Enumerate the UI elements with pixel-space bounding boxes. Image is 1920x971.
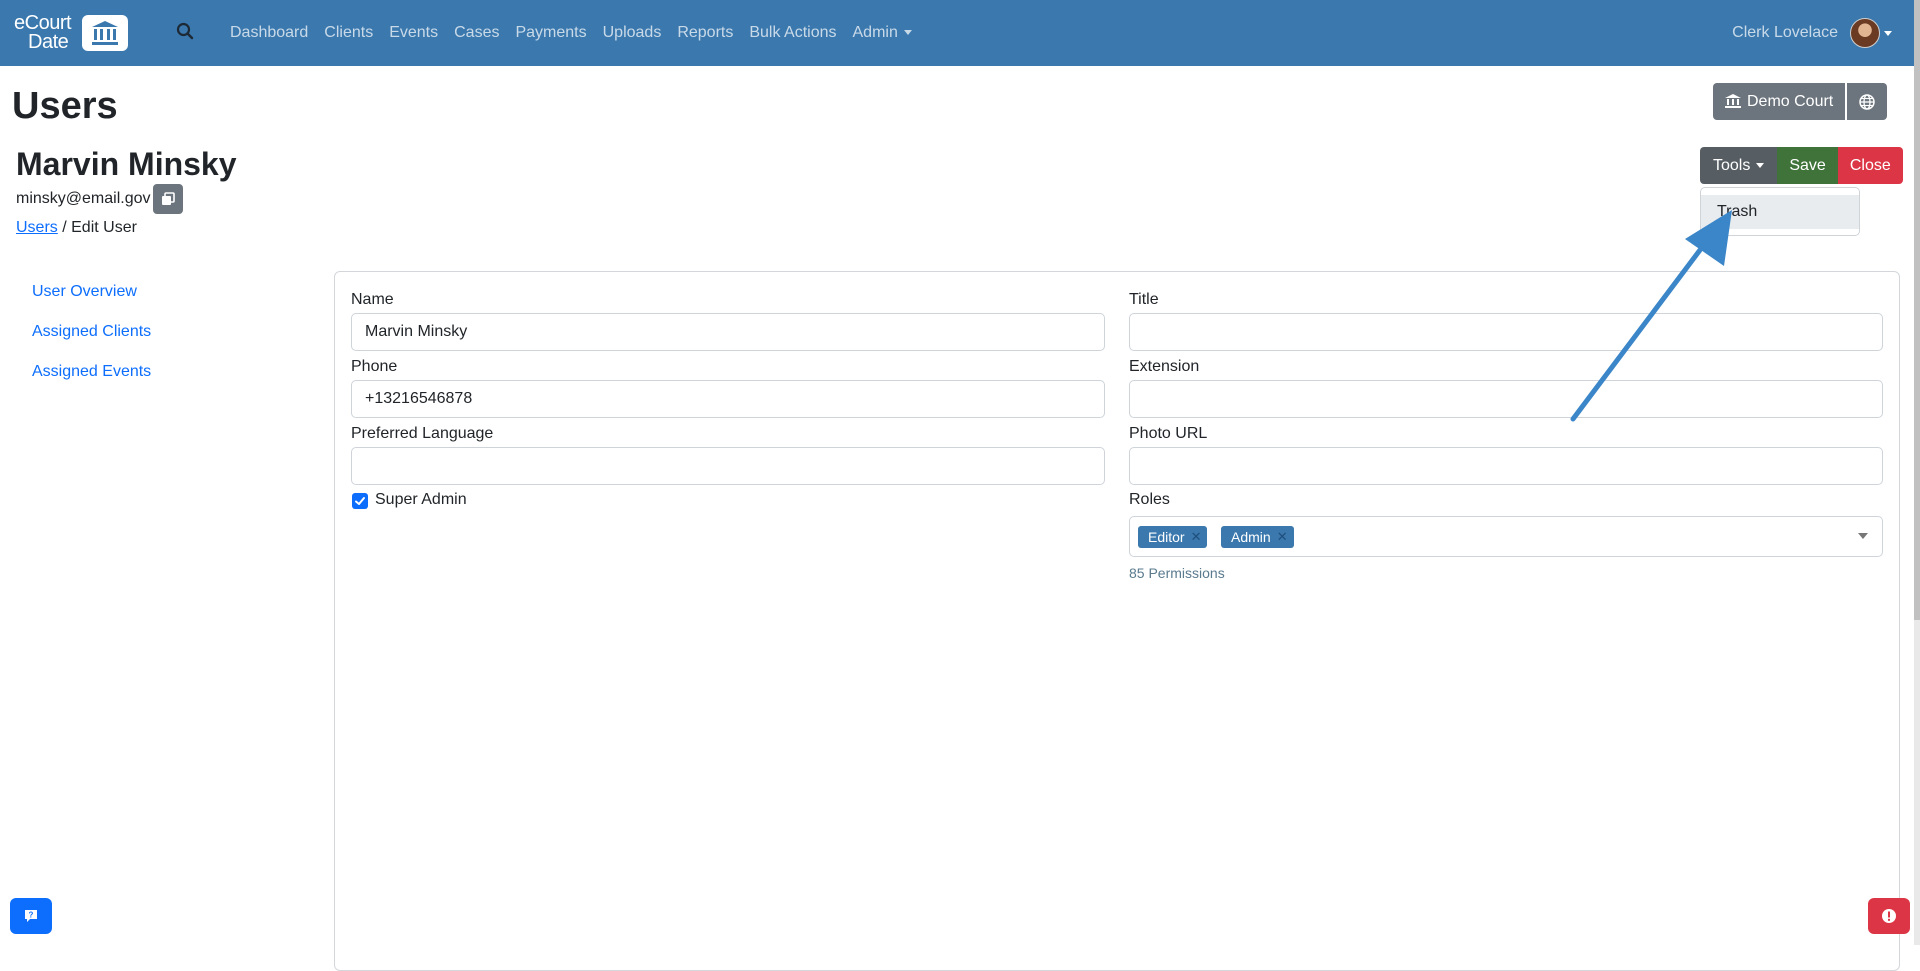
name-input[interactable]: Marvin Minsky bbox=[351, 313, 1105, 351]
tools-label: Tools bbox=[1713, 156, 1751, 174]
nav-uploads[interactable]: Uploads bbox=[595, 24, 670, 42]
check-icon bbox=[355, 497, 365, 505]
user-menu[interactable]: Clerk Lovelace bbox=[1732, 17, 1892, 49]
photo-url-label: Photo URL bbox=[1129, 425, 1208, 442]
chevron-down-icon[interactable] bbox=[1858, 533, 1868, 539]
globe-icon bbox=[1859, 93, 1875, 110]
bank-icon bbox=[82, 15, 128, 51]
language-button[interactable] bbox=[1847, 83, 1888, 120]
title-label: Title bbox=[1129, 291, 1159, 308]
chevron-down-icon bbox=[1884, 30, 1892, 36]
avatar bbox=[1850, 18, 1880, 48]
remove-tag-icon[interactable]: ✕ bbox=[1277, 529, 1288, 545]
photo-url-input[interactable] bbox=[1129, 447, 1883, 485]
search-icon[interactable] bbox=[176, 22, 196, 42]
user-side-nav: User Overview Assigned Clients Assigned … bbox=[32, 280, 151, 400]
breadcrumb: Users / Edit User bbox=[16, 219, 137, 237]
phone-label: Phone bbox=[351, 358, 398, 375]
name-label: Name bbox=[351, 291, 394, 308]
copy-icon bbox=[162, 192, 175, 205]
breadcrumb-users-link[interactable]: Users bbox=[16, 219, 58, 236]
role-tag-editor: Editor ✕ bbox=[1138, 526, 1208, 548]
breadcrumb-separator: / bbox=[57, 219, 72, 236]
scrollbar-thumb[interactable] bbox=[1914, 0, 1920, 620]
copy-email-button[interactable] bbox=[153, 184, 183, 214]
help-chat-icon: ? bbox=[25, 910, 37, 922]
nav-cases[interactable]: Cases bbox=[446, 24, 507, 42]
nav-bulk-actions[interactable]: Bulk Actions bbox=[741, 24, 844, 42]
page-title: Users bbox=[12, 85, 118, 127]
brand-logo[interactable]: eCourt Date bbox=[14, 13, 129, 53]
role-tag-label: Admin bbox=[1231, 529, 1271, 545]
brand-text: eCourt Date bbox=[14, 13, 84, 53]
tools-dropdown-button[interactable]: Tools bbox=[1700, 147, 1778, 184]
permissions-count: 85 Permissions bbox=[1129, 565, 1225, 581]
vertical-scrollbar[interactable] bbox=[1914, 0, 1920, 945]
nav-clients[interactable]: Clients bbox=[316, 24, 381, 42]
nav-reports[interactable]: Reports bbox=[669, 24, 741, 42]
super-admin-checkbox[interactable] bbox=[352, 493, 368, 509]
toolbar: Tools Save Close bbox=[1700, 147, 1903, 184]
role-tag-admin: Admin ✕ bbox=[1221, 526, 1294, 548]
help-chat-button[interactable]: ? bbox=[10, 898, 52, 934]
court-button-group: Demo Court bbox=[1713, 83, 1888, 120]
close-button[interactable]: Close bbox=[1837, 147, 1903, 184]
nav-dashboard[interactable]: Dashboard bbox=[222, 24, 316, 42]
bank-icon bbox=[1725, 94, 1741, 108]
side-nav-assigned-events[interactable]: Assigned Events bbox=[32, 360, 151, 400]
save-button[interactable]: Save bbox=[1777, 147, 1838, 184]
breadcrumb-current: Edit User bbox=[71, 219, 137, 236]
alert-icon bbox=[1882, 909, 1896, 923]
side-nav-assigned-clients[interactable]: Assigned Clients bbox=[32, 320, 151, 360]
tools-dropdown-menu: Trash bbox=[1700, 187, 1860, 236]
user-menu-name: Clerk Lovelace bbox=[1732, 24, 1838, 41]
remove-tag-icon[interactable]: ✕ bbox=[1191, 529, 1202, 545]
role-tag-label: Editor bbox=[1148, 529, 1185, 545]
user-form-card bbox=[334, 271, 1900, 971]
menu-item-trash[interactable]: Trash bbox=[1701, 195, 1859, 229]
nav-payments[interactable]: Payments bbox=[507, 24, 594, 42]
extension-input[interactable] bbox=[1129, 380, 1883, 418]
chevron-down-icon bbox=[903, 30, 912, 36]
roles-label: Roles bbox=[1129, 491, 1170, 508]
super-admin-label: Super Admin bbox=[375, 491, 467, 508]
top-navbar: eCourt Date Dashboard Clients Events Cas… bbox=[0, 0, 1920, 66]
alert-button[interactable] bbox=[1868, 898, 1910, 934]
user-name-heading: Marvin Minsky bbox=[16, 146, 237, 182]
side-nav-user-overview[interactable]: User Overview bbox=[32, 280, 151, 320]
phone-input[interactable]: +13216546878 bbox=[351, 380, 1105, 418]
court-label: Demo Court bbox=[1747, 92, 1834, 110]
brand-line-2: Date bbox=[28, 31, 69, 53]
svg-text:?: ? bbox=[29, 911, 34, 920]
court-button[interactable]: Demo Court bbox=[1713, 83, 1846, 120]
nav-admin-label: Admin bbox=[852, 24, 898, 41]
preferred-language-input[interactable] bbox=[351, 447, 1105, 485]
title-input[interactable] bbox=[1129, 313, 1883, 351]
nav-events[interactable]: Events bbox=[381, 24, 446, 42]
roles-multiselect[interactable]: Editor ✕ Admin ✕ bbox=[1129, 516, 1883, 557]
preferred-language-label: Preferred Language bbox=[351, 425, 494, 442]
extension-label: Extension bbox=[1129, 358, 1200, 375]
chevron-down-icon bbox=[1756, 163, 1765, 168]
nav-admin-dropdown[interactable]: Admin bbox=[845, 24, 920, 42]
main-nav: Dashboard Clients Events Cases Payments … bbox=[222, 0, 920, 66]
user-email: minsky@email.gov bbox=[16, 190, 151, 207]
